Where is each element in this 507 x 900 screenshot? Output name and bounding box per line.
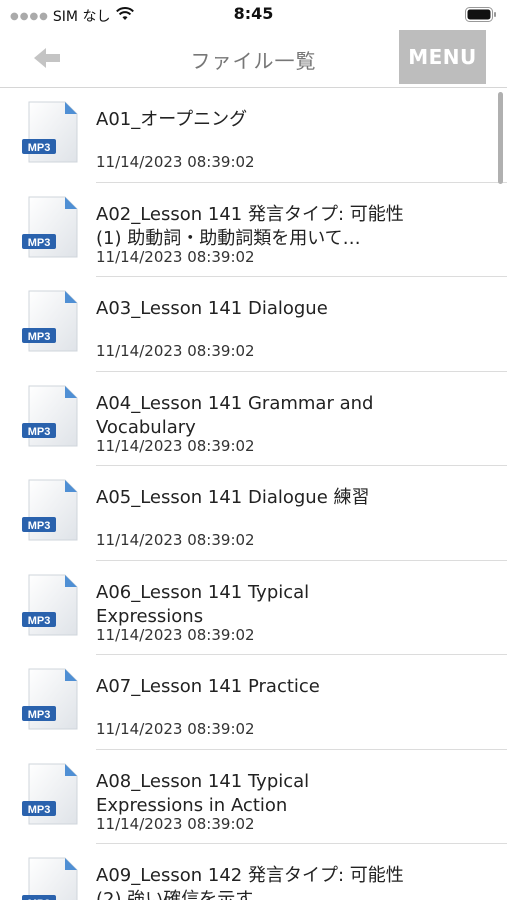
mp3-badge-label: MP3	[28, 426, 51, 438]
list-item[interactable]: MP3 A01_オープニング 11/14/2023 08:39:02	[0, 88, 507, 183]
file-date: 11/14/2023 08:39:02	[96, 720, 255, 738]
list-item[interactable]: MP3 A09_Lesson 142 発言タイプ: 可能性 (2) 強い確信を示…	[0, 844, 507, 900]
mp3-file-icon: MP3	[22, 101, 78, 163]
file-title: A08_Lesson 141 Typical Expressions in Ac…	[96, 770, 310, 816]
mp3-badge-label: MP3	[28, 520, 51, 532]
mp3-badge-label: MP3	[28, 615, 51, 627]
file-date: 11/14/2023 08:39:02	[96, 625, 255, 644]
list-item[interactable]: MP3 A02_Lesson 141 発言タイプ: 可能性 (1) 助動詞・助動…	[0, 183, 507, 277]
file-title: A06_Lesson 141 Typical Expressions	[96, 581, 310, 627]
clock: 8:45	[233, 4, 274, 23]
mp3-file-icon: MP3	[22, 290, 78, 352]
mp3-file-icon: MP3	[22, 668, 78, 730]
file-title: A07_Lesson 141 Practice	[96, 676, 320, 697]
file-title: A04_Lesson 141 Grammar and Vocabulary	[96, 392, 374, 438]
file-date: 11/14/2023 08:39:02	[96, 153, 255, 171]
status-bar: ●●●● SIM なし 8:45	[0, 0, 507, 30]
navigation-bar: ファイル一覧 MENU	[0, 30, 507, 88]
mp3-badge-label: MP3	[28, 709, 51, 721]
list-item[interactable]: MP3 A06_Lesson 141 Typical Expressions 1…	[0, 561, 507, 655]
mp3-file-icon: MP3	[22, 857, 78, 900]
file-title: A01_オープニング	[96, 109, 248, 130]
file-date: 11/14/2023 08:39:02	[96, 531, 255, 549]
list-item[interactable]: MP3 A04_Lesson 141 Grammar and Vocabular…	[0, 372, 507, 466]
menu-button[interactable]: MENU	[399, 30, 486, 84]
mp3-badge-label: MP3	[28, 237, 51, 249]
scrollbar[interactable]	[498, 92, 503, 184]
battery-icon	[465, 7, 497, 22]
file-date: 11/14/2023 08:39:02	[96, 814, 255, 833]
file-title: A05_Lesson 141 Dialogue 練習	[96, 487, 370, 508]
file-date: 11/14/2023 08:39:02	[96, 247, 255, 266]
list-item[interactable]: MP3 A07_Lesson 141 Practice 11/14/2023 0…	[0, 655, 507, 750]
mp3-badge-label: MP3	[28, 142, 51, 154]
file-title: A02_Lesson 141 発言タイプ: 可能性 (1) 助動詞・助動詞類を用…	[96, 203, 404, 249]
file-date: 11/14/2023 08:39:02	[96, 342, 255, 360]
file-list: MP3 A01_オープニング 11/14/2023 08:39:02 MP3 A…	[0, 88, 507, 900]
file-title: A09_Lesson 142 発言タイプ: 可能性 (2) 強い確信を示す	[96, 865, 404, 900]
mp3-badge-label: MP3	[28, 331, 51, 343]
mp3-file-icon: MP3	[22, 479, 78, 541]
mp3-file-icon: MP3	[22, 763, 78, 825]
list-item[interactable]: MP3 A05_Lesson 141 Dialogue 練習 11/14/202…	[0, 466, 507, 561]
list-item[interactable]: MP3 A03_Lesson 141 Dialogue 11/14/2023 0…	[0, 277, 507, 372]
mp3-badge-label: MP3	[28, 804, 51, 816]
mp3-file-icon: MP3	[22, 196, 78, 258]
mp3-file-icon: MP3	[22, 574, 78, 636]
file-date: 11/14/2023 08:39:02	[96, 436, 255, 455]
list-item[interactable]: MP3 A08_Lesson 141 Typical Expressions i…	[0, 750, 507, 844]
mp3-file-icon: MP3	[22, 385, 78, 447]
file-title: A03_Lesson 141 Dialogue	[96, 298, 328, 319]
